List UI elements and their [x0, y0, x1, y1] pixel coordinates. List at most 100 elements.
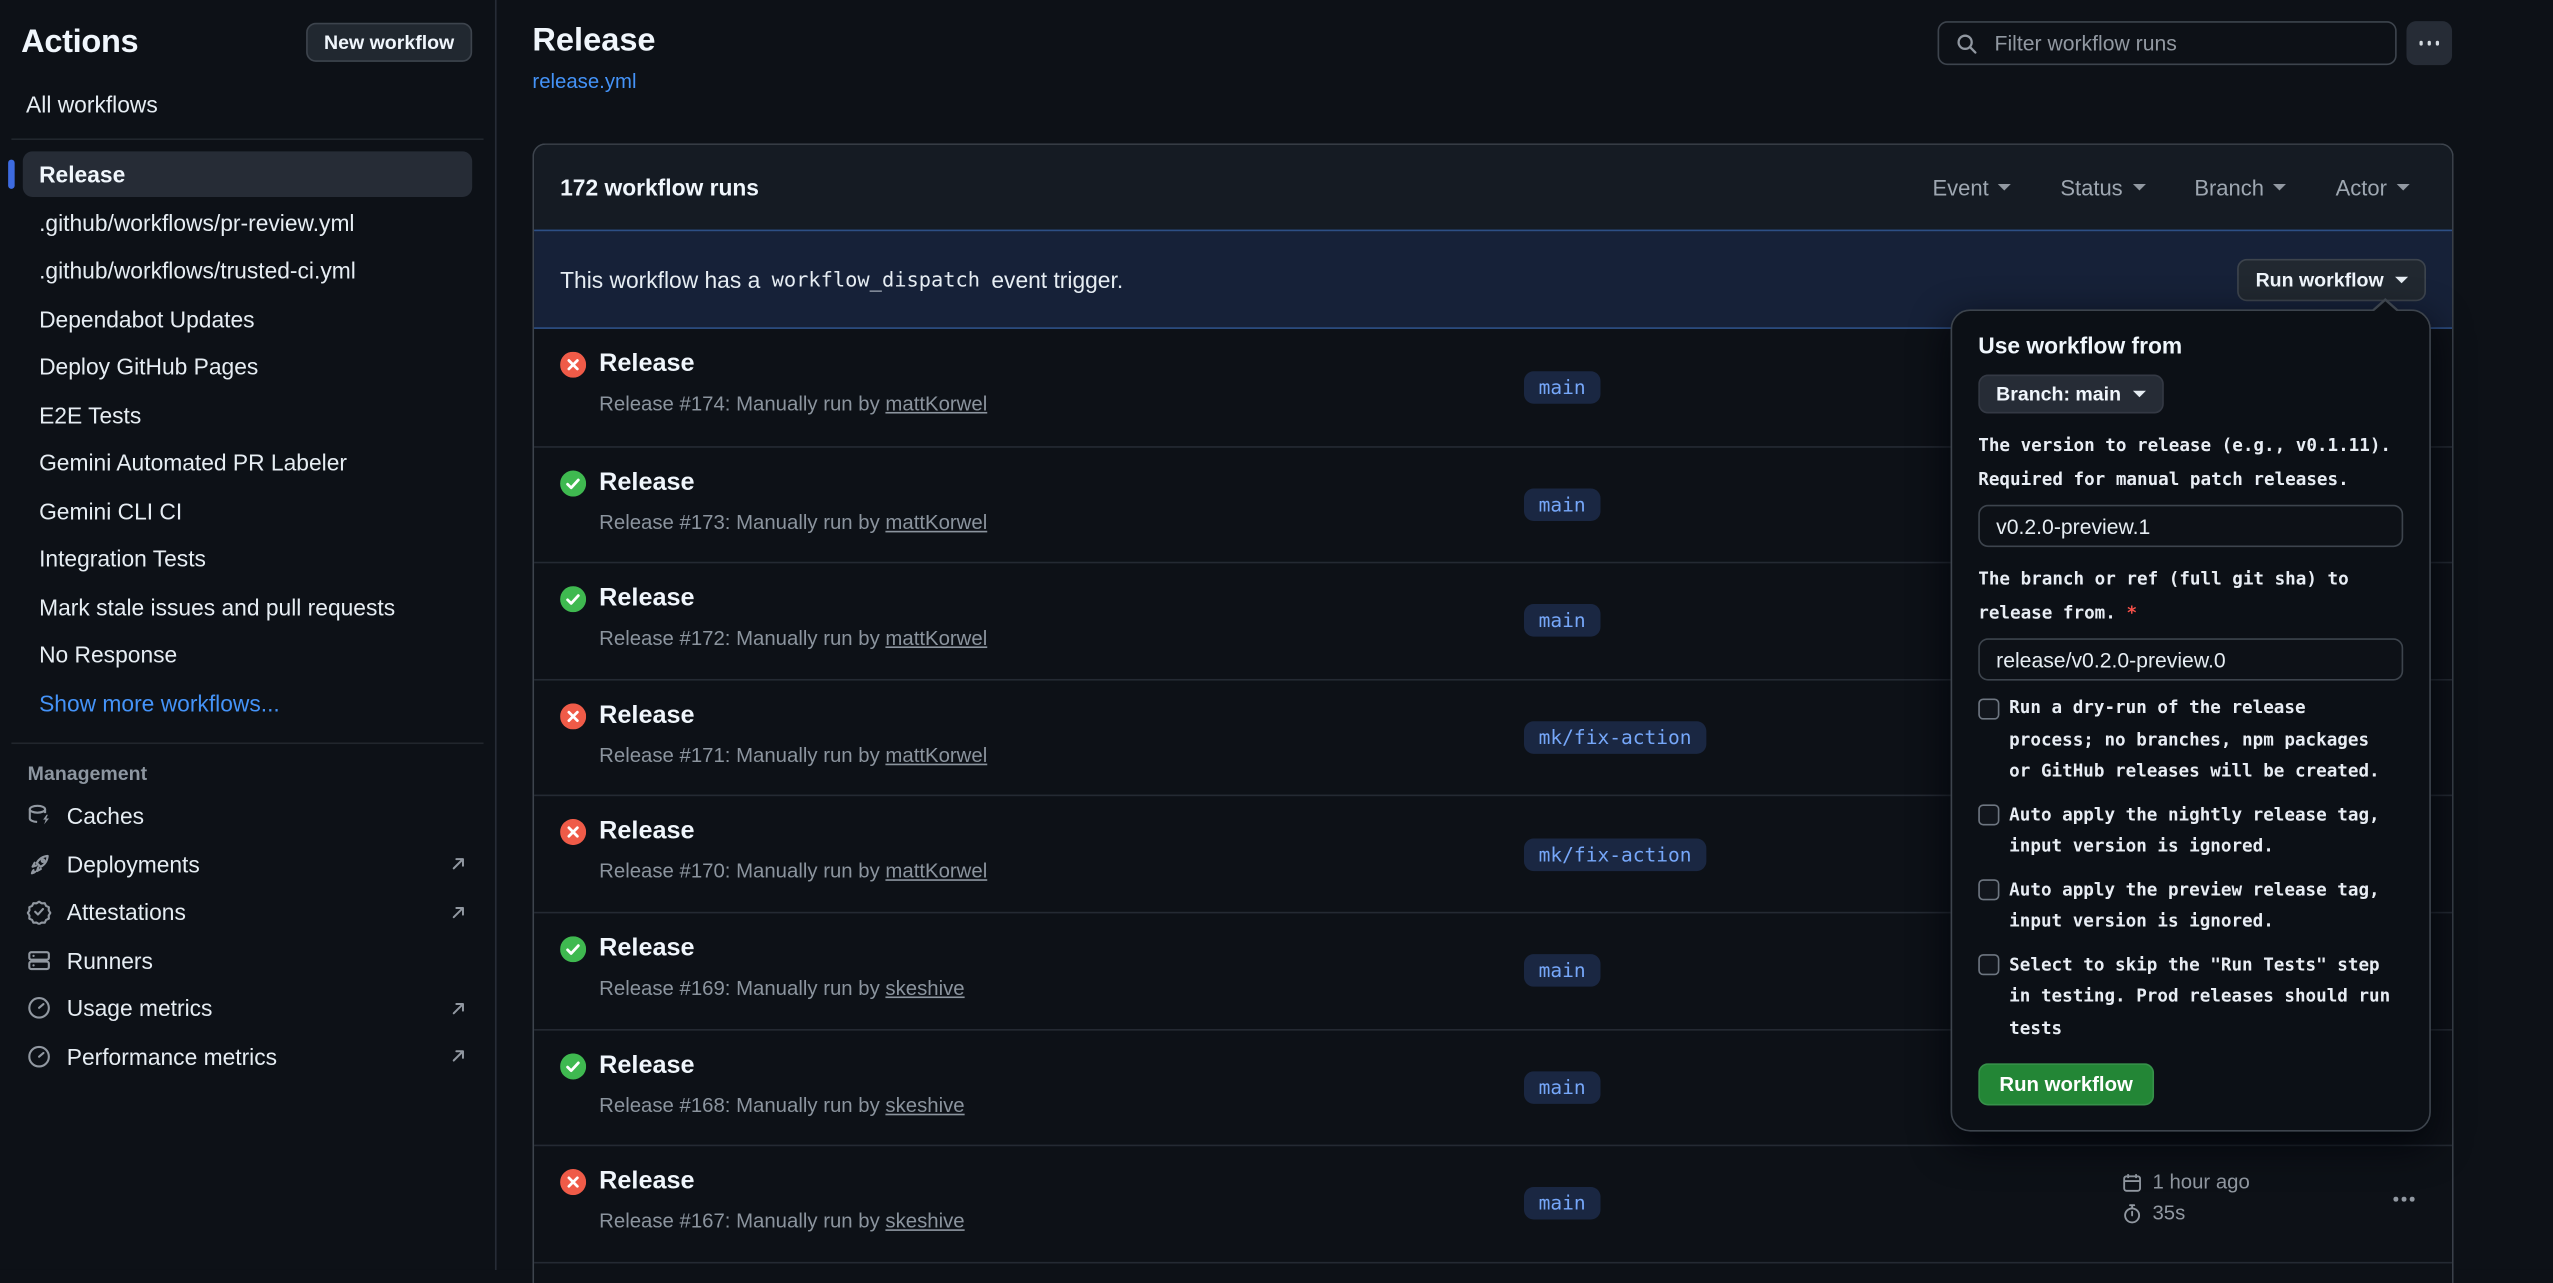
sidebar-workflow-label: .github/workflows/trusted-ci.yml: [39, 257, 356, 283]
workflow-run-row[interactable]: Release Release #167: Manually run by sk…: [534, 1145, 2452, 1262]
run-title-link[interactable]: Release: [599, 935, 694, 964]
sidebar-item-all-workflows[interactable]: All workflows: [0, 86, 495, 122]
popup-checkboxes: Run a dry-run of the release process; no…: [1978, 692, 2403, 1044]
runs-filter-dropdown[interactable]: Status: [2060, 175, 2145, 199]
failed-status-icon: [560, 352, 586, 378]
popup-text-input[interactable]: [1978, 638, 2403, 680]
run-title-link[interactable]: Release: [599, 1168, 694, 1197]
sidebar-workflow-item[interactable]: Gemini Automated PR Labeler: [23, 440, 472, 486]
branch-badge[interactable]: main: [1524, 1071, 1600, 1104]
run-title-link[interactable]: Release: [599, 468, 694, 497]
checkbox-label: Auto apply the preview release tag, inpu…: [2009, 874, 2393, 937]
actor-link[interactable]: mattKorwel: [885, 511, 987, 534]
run-workflow-dropdown-button[interactable]: Run workflow: [2238, 258, 2426, 300]
management-item[interactable]: Runners: [0, 936, 495, 984]
actor-link[interactable]: mattKorwel: [885, 627, 987, 650]
run-workflow-popup: Use workflow from Branch: main The versi…: [1951, 309, 2431, 1131]
verified-icon: [26, 899, 52, 925]
branch-badge[interactable]: main: [1524, 955, 1600, 988]
popup-checkbox-row: Run a dry-run of the release process; no…: [1978, 692, 2403, 787]
checkbox[interactable]: [1978, 804, 1999, 825]
sidebar-workflow-item[interactable]: Mark stale issues and pull requests: [23, 584, 472, 630]
filter-label: Status: [2060, 175, 2122, 199]
management-item-label: Performance metrics: [67, 1043, 277, 1069]
branch-badge[interactable]: main: [1524, 488, 1600, 521]
popup-checkbox-row: Auto apply the preview release tag, inpu…: [1978, 874, 2403, 937]
actor-link[interactable]: mattKorwel: [885, 392, 987, 415]
management-section-label: Management: [0, 743, 495, 792]
field-description: The version to release (e.g., v0.1.11). …: [1978, 428, 2403, 496]
management-item[interactable]: Attestations: [0, 888, 495, 936]
sidebar-workflow-item[interactable]: E2E Tests: [23, 392, 472, 438]
workflow-options-kebab-button[interactable]: [2406, 21, 2452, 65]
checkbox[interactable]: [1978, 698, 1999, 719]
branch-badge[interactable]: mk/fix-action: [1524, 838, 1706, 871]
success-status-icon: [560, 1053, 586, 1079]
sidebar-workflow-item[interactable]: Dependabot Updates: [23, 296, 472, 342]
run-meta: 1 hour ago 35s: [2122, 1171, 2250, 1225]
server-icon: [26, 947, 52, 973]
runs-filter-dropdown[interactable]: Actor: [2336, 175, 2410, 199]
chevron-down-icon: [2274, 184, 2287, 191]
sidebar-workflow-label: Dependabot Updates: [39, 305, 254, 331]
search-icon: [1955, 32, 1978, 55]
sidebar-workflow-label: Release: [39, 161, 125, 187]
branch-badge[interactable]: main: [1524, 371, 1600, 404]
run-title-link[interactable]: Release: [599, 1051, 694, 1080]
branch-selector-button[interactable]: Branch: main: [1978, 374, 2163, 413]
external-link-icon: [448, 998, 469, 1019]
sidebar-workflow-item[interactable]: Gemini CLI CI: [23, 488, 472, 534]
run-title-link[interactable]: Release: [599, 818, 694, 847]
actor-link[interactable]: skeshive: [885, 977, 964, 1000]
calendar-icon: [2122, 1172, 2143, 1193]
sidebar-workflow-item[interactable]: Integration Tests: [23, 536, 472, 582]
show-more-workflows-link[interactable]: Show more workflows...: [23, 680, 472, 726]
sidebar-workflow-label: Gemini CLI CI: [39, 497, 182, 523]
chevron-down-icon: [2132, 391, 2145, 398]
filter-runs-search: [1938, 21, 2397, 65]
popup-text-input[interactable]: [1978, 505, 2403, 547]
run-title-link[interactable]: Release: [599, 350, 694, 379]
actor-link[interactable]: mattKorwel: [885, 744, 987, 767]
runs-filter-dropdown[interactable]: Event: [1932, 175, 2011, 199]
sidebar-workflow-item[interactable]: Release: [23, 151, 472, 197]
sidebar-workflow-item[interactable]: Deploy GitHub Pages: [23, 344, 472, 390]
management-item[interactable]: Performance metrics: [0, 1032, 495, 1080]
cache-icon: [26, 803, 52, 829]
filter-runs-input[interactable]: [1991, 29, 2379, 57]
sidebar-workflow-item[interactable]: .github/workflows/pr-review.yml: [23, 199, 472, 245]
management-item[interactable]: Usage metrics: [0, 984, 495, 1032]
branch-badge[interactable]: main: [1524, 605, 1600, 638]
runs-panel-header: 172 workflow runs Event Status Branch Ac…: [534, 145, 2452, 230]
actor-link[interactable]: skeshive: [885, 1093, 964, 1116]
banner-text-before: This workflow has a: [560, 266, 760, 292]
checkbox[interactable]: [1978, 879, 1999, 900]
management-item-label: Runners: [67, 947, 153, 973]
required-asterisk: *: [2116, 602, 2137, 623]
branch-badge[interactable]: mk/fix-action: [1524, 721, 1706, 754]
run-options-kebab-button[interactable]: [2387, 1190, 2421, 1207]
actor-link[interactable]: mattKorwel: [885, 860, 987, 883]
workflow-file-link[interactable]: release.yml: [532, 70, 655, 93]
sidebar-workflow-item[interactable]: No Response: [23, 632, 472, 678]
sidebar-workflow-label: Gemini Automated PR Labeler: [39, 449, 347, 475]
sidebar-header: Actions New workflow: [0, 0, 495, 62]
popup-checkbox-row: Auto apply the nightly release tag, inpu…: [1978, 799, 2403, 862]
popup-input-field: The branch or ref (full git sha) to rele…: [1978, 562, 2403, 681]
new-workflow-button[interactable]: New workflow: [306, 23, 472, 62]
checkbox[interactable]: [1978, 954, 1999, 975]
management-item-label: Usage metrics: [67, 995, 213, 1021]
branch-badge[interactable]: main: [1524, 1188, 1600, 1221]
sidebar-workflow-item[interactable]: .github/workflows/trusted-ci.yml: [23, 247, 472, 293]
popup-fields: The version to release (e.g., v0.1.11). …: [1978, 428, 2403, 680]
run-title-link[interactable]: Release: [599, 701, 694, 730]
sidebar-workflow-label: E2E Tests: [39, 401, 141, 427]
meter-icon: [26, 1043, 52, 1069]
runs-filter-dropdown[interactable]: Branch: [2194, 175, 2286, 199]
run-workflow-submit-button[interactable]: Run workflow: [1978, 1063, 2154, 1105]
management-item[interactable]: Caches: [0, 792, 495, 840]
management-item[interactable]: Deployments: [0, 840, 495, 888]
filter-label: Branch: [2194, 175, 2264, 199]
run-title-link[interactable]: Release: [599, 585, 694, 614]
actor-link[interactable]: skeshive: [885, 1210, 964, 1233]
